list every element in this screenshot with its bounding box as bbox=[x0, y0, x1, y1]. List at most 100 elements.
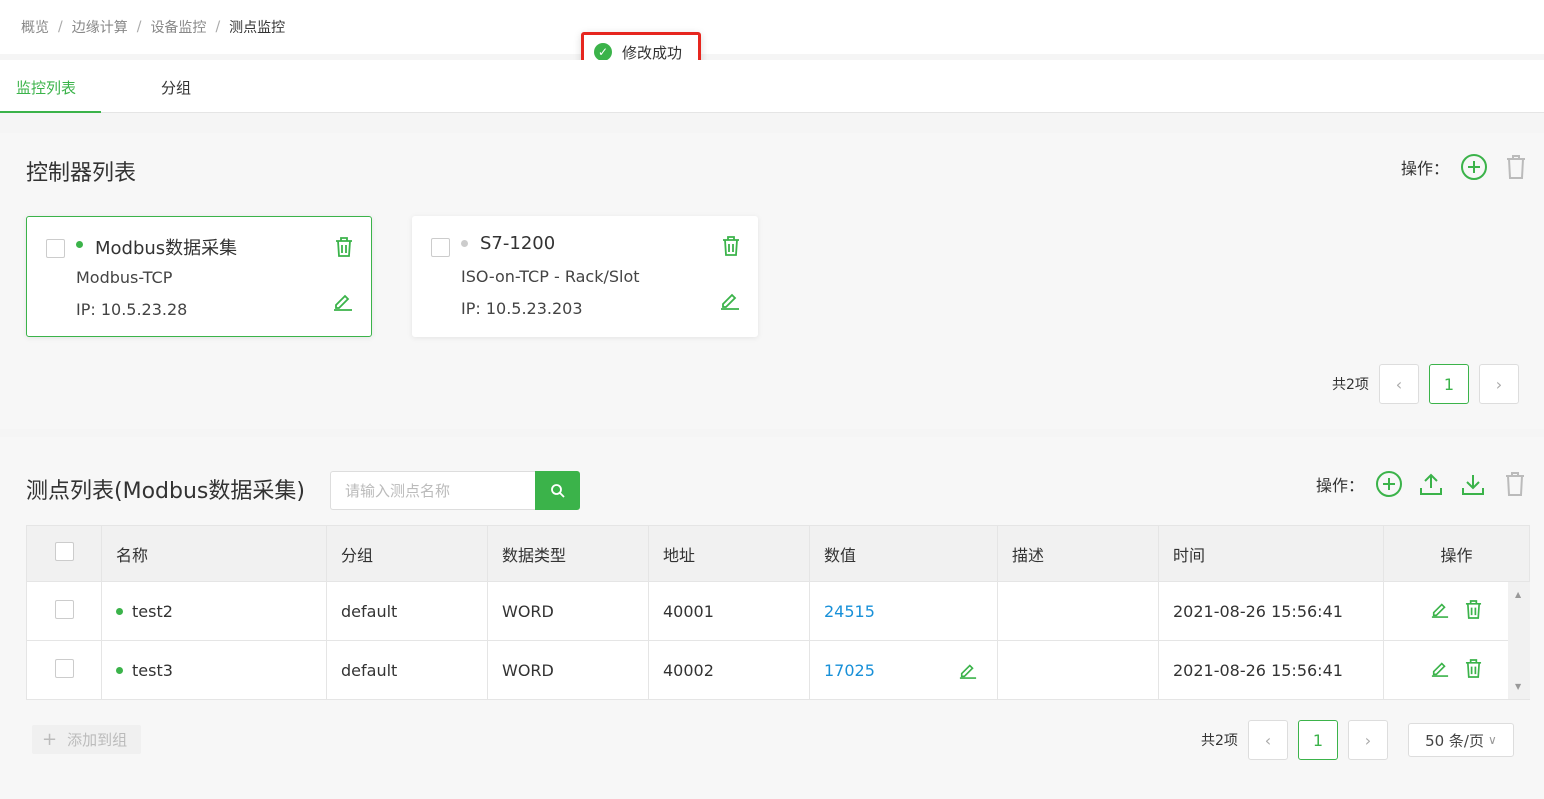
cell-name: test2 bbox=[101, 581, 327, 641]
check-circle-icon: ✓ bbox=[594, 43, 612, 61]
cell-type: WORD bbox=[487, 640, 649, 700]
cell-address: 40001 bbox=[648, 581, 810, 641]
cell-name: test3 bbox=[101, 640, 327, 700]
column-header-type: 数据类型 bbox=[487, 525, 649, 582]
cell-group: default bbox=[326, 640, 488, 700]
edit-controller-button[interactable] bbox=[720, 290, 740, 314]
cell-address: 40002 bbox=[648, 640, 810, 700]
delete-point-button[interactable] bbox=[1465, 658, 1482, 682]
chevron-down-icon: ∨ bbox=[1487, 733, 1497, 747]
column-header-name: 名称 bbox=[101, 525, 327, 582]
row-select-cell bbox=[26, 581, 102, 641]
breadcrumb: 概览 / 边缘计算 / 设备监控 / 测点监控 bbox=[0, 0, 1544, 54]
cell-desc bbox=[997, 581, 1159, 641]
search-input[interactable] bbox=[330, 471, 535, 510]
tab-group[interactable]: 分组 bbox=[161, 60, 191, 113]
status-dot-online bbox=[116, 607, 123, 615]
trash-icon bbox=[1506, 472, 1525, 496]
total-count: 共2项 bbox=[1332, 377, 1369, 393]
status-dot-online bbox=[116, 666, 123, 674]
delete-controller-button[interactable] bbox=[335, 237, 353, 261]
page-number-button[interactable]: 1 bbox=[1428, 364, 1469, 404]
controller-card-modbus[interactable]: Modbus数据采集 Modbus-TCP IP: 10.5.23.28 bbox=[26, 216, 372, 337]
delete-controllers-button[interactable] bbox=[1501, 152, 1531, 182]
page-number-button[interactable]: 1 bbox=[1297, 720, 1338, 760]
edit-controller-button[interactable] bbox=[333, 291, 353, 315]
pencil-icon bbox=[721, 293, 739, 310]
breadcrumb-separator: / bbox=[215, 19, 221, 35]
controller-ops: 操作： bbox=[1401, 152, 1531, 182]
card-checkbox[interactable] bbox=[431, 238, 450, 257]
status-dot-online bbox=[76, 241, 83, 248]
breadcrumb-item-device-monitor[interactable]: 设备监控 bbox=[150, 17, 206, 37]
controller-name: S7-1200 bbox=[480, 233, 556, 254]
search-icon bbox=[550, 483, 565, 498]
select-all-checkbox[interactable] bbox=[54, 542, 74, 561]
value-link[interactable]: 17025 bbox=[824, 661, 875, 680]
trash-icon bbox=[723, 236, 739, 256]
controller-card-s7[interactable]: S7-1200 ISO-on-TCP - Rack/Slot IP: 10.5.… bbox=[412, 216, 758, 337]
table-row: test2 default WORD 40001 24515 2021-08-2… bbox=[26, 581, 1530, 641]
download-button[interactable] bbox=[1458, 469, 1488, 499]
prev-page-button[interactable]: ‹ bbox=[1247, 720, 1288, 760]
add-controller-button[interactable] bbox=[1459, 152, 1489, 182]
controller-list-title: 控制器列表 bbox=[26, 161, 137, 186]
scroll-up-icon[interactable]: ▲ bbox=[1515, 590, 1521, 599]
edit-value-button[interactable] bbox=[959, 661, 977, 683]
next-page-button[interactable]: › bbox=[1347, 720, 1388, 760]
edit-point-button[interactable] bbox=[1431, 659, 1449, 681]
download-icon bbox=[1462, 475, 1485, 495]
status-dot-offline bbox=[461, 240, 468, 247]
delete-controller-button[interactable] bbox=[722, 236, 740, 260]
delete-point-button[interactable] bbox=[1465, 599, 1482, 623]
upload-button[interactable] bbox=[1416, 469, 1446, 499]
total-count: 共2项 bbox=[1201, 733, 1238, 749]
breadcrumb-separator: / bbox=[58, 19, 63, 35]
point-table: 名称 分组 数据类型 地址 数值 描述 时间 操作 test2 default … bbox=[26, 525, 1530, 700]
controller-pagination: 共2项 ‹ 1 › bbox=[1332, 364, 1519, 404]
value-link[interactable]: 24515 bbox=[824, 602, 875, 621]
column-header-group: 分组 bbox=[326, 525, 488, 582]
point-search bbox=[330, 471, 580, 510]
scroll-down-icon[interactable]: ▼ bbox=[1515, 682, 1521, 691]
row-select-cell bbox=[26, 640, 102, 700]
pencil-icon bbox=[959, 664, 977, 679]
trash-icon bbox=[1465, 599, 1481, 619]
breadcrumb-item-point-monitor: 测点监控 bbox=[229, 20, 286, 36]
column-header-actions: 操作 bbox=[1383, 525, 1530, 582]
prev-page-button[interactable]: ‹ bbox=[1378, 364, 1419, 404]
pencil-icon bbox=[334, 294, 352, 311]
select-all-cell bbox=[26, 525, 102, 582]
next-page-button[interactable]: › bbox=[1478, 364, 1519, 404]
cell-value: 17025 bbox=[809, 640, 998, 700]
trash-icon bbox=[1507, 155, 1526, 179]
breadcrumb-item-overview[interactable]: 概览 bbox=[21, 17, 49, 37]
plus-circle-icon bbox=[1376, 471, 1403, 497]
card-checkbox[interactable] bbox=[46, 239, 65, 258]
plus-icon: + bbox=[42, 729, 58, 750]
edit-point-button[interactable] bbox=[1431, 600, 1449, 622]
cell-time: 2021-08-26 15:56:41 bbox=[1158, 640, 1384, 700]
pencil-icon bbox=[1432, 662, 1449, 677]
row-checkbox[interactable] bbox=[54, 599, 74, 619]
add-to-group-button[interactable]: + 添加到组 bbox=[32, 725, 141, 754]
cell-value: 24515 bbox=[809, 581, 998, 641]
row-checkbox[interactable] bbox=[54, 658, 74, 678]
add-point-button[interactable] bbox=[1374, 469, 1404, 499]
search-button[interactable] bbox=[535, 471, 580, 510]
pencil-icon bbox=[1432, 603, 1449, 618]
trash-icon bbox=[336, 237, 352, 257]
page-size-select[interactable]: 50 条/页 ∨ bbox=[1407, 723, 1514, 757]
point-ops: 操作： bbox=[1316, 469, 1530, 499]
delete-points-button[interactable] bbox=[1500, 469, 1530, 499]
tab-monitor-list[interactable]: 监控列表 bbox=[0, 60, 101, 113]
controller-ip: IP: 10.5.23.28 bbox=[76, 300, 188, 319]
table-scrollbar[interactable]: ▲ ▼ bbox=[1508, 582, 1530, 699]
trash-icon bbox=[1465, 658, 1481, 678]
point-name: test2 bbox=[132, 601, 173, 621]
upload-icon bbox=[1420, 473, 1443, 495]
column-header-address: 地址 bbox=[648, 525, 810, 582]
cell-type: WORD bbox=[487, 581, 649, 641]
table-row: test3 default WORD 40002 17025 2021-08-2… bbox=[26, 640, 1530, 700]
breadcrumb-item-edge-computing[interactable]: 边缘计算 bbox=[72, 17, 128, 37]
